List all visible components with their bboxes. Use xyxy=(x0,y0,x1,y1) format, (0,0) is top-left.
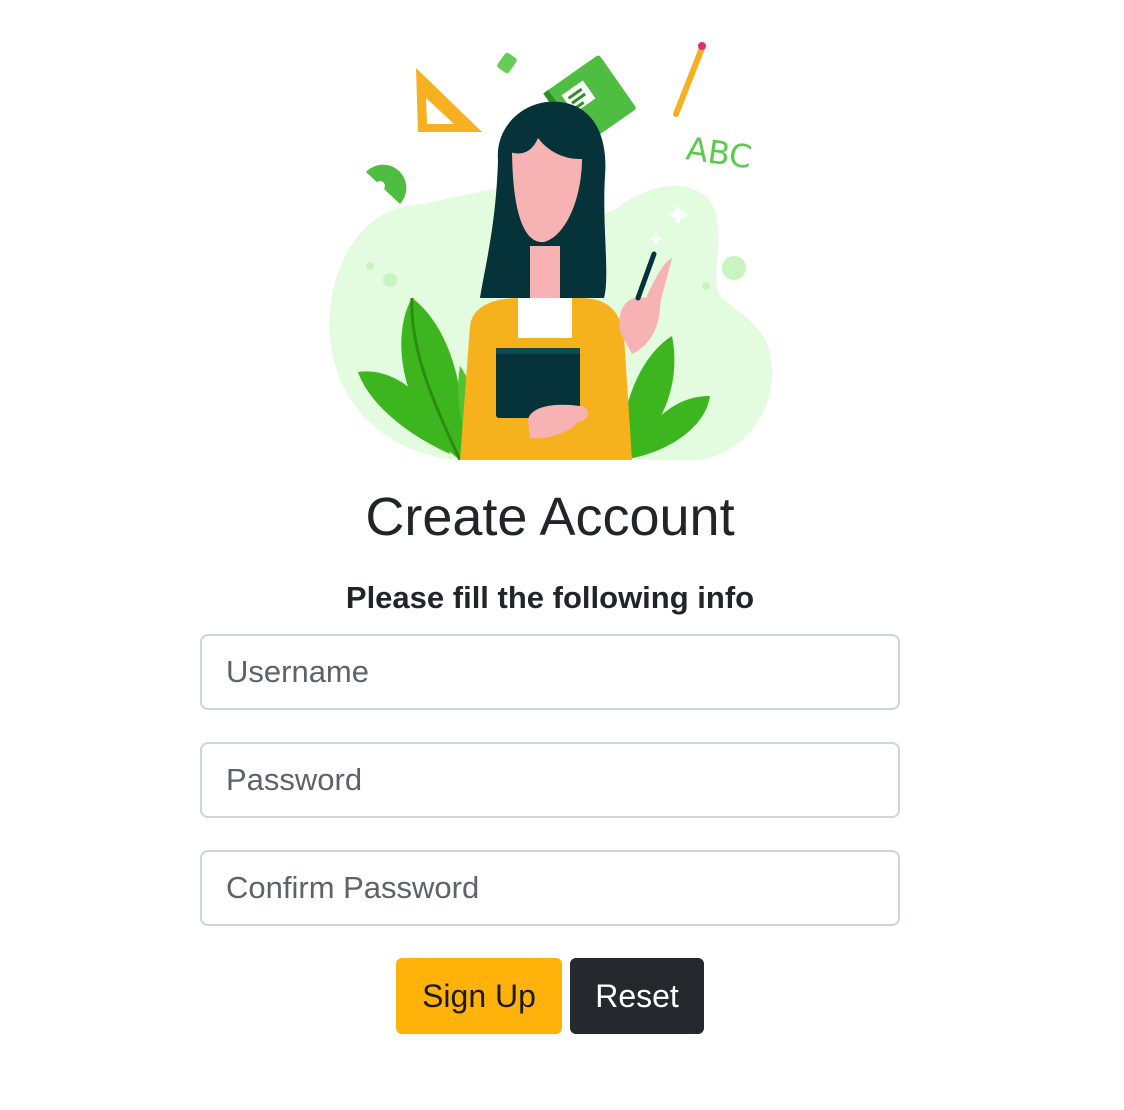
triangle-ruler-icon xyxy=(416,68,482,132)
confirm-password-input[interactable] xyxy=(200,850,900,926)
password-input[interactable] xyxy=(200,742,900,818)
dot xyxy=(383,273,397,287)
pencil-icon xyxy=(673,42,706,117)
username-input[interactable] xyxy=(200,634,900,710)
page-title: Create Account xyxy=(365,487,735,547)
reset-button[interactable]: Reset xyxy=(570,958,704,1034)
teacher-illustration: ABC xyxy=(329,42,773,460)
eraser-icon xyxy=(497,52,517,74)
signup-page: ABC Create Account Please fill the follo… xyxy=(0,0,1124,1110)
form-subtitle: Please fill the following info xyxy=(345,580,755,615)
sign-up-button[interactable]: Sign Up xyxy=(396,958,562,1034)
dot xyxy=(722,256,746,280)
protractor-icon xyxy=(366,164,407,204)
abc-doodle: ABC xyxy=(684,129,754,176)
dot xyxy=(366,262,374,270)
dot xyxy=(702,282,710,290)
